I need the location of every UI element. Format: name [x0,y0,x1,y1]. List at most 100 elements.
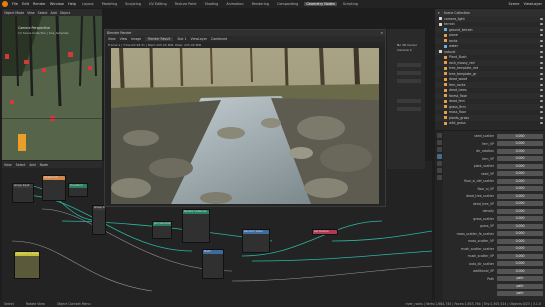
visibility-eye-icon[interactable] [540,50,543,53]
workspace-tab[interactable]: UV Editing [147,2,169,6]
property-value-field[interactable]: 0.000 [497,193,543,199]
property-value-field[interactable]: 0.000 [497,186,543,191]
visibility-eye-icon[interactable] [540,56,543,59]
workspace-tab[interactable]: Scripting [341,2,360,6]
visibility-eye-icon[interactable] [540,89,543,92]
scene-selector[interactable]: Scene [508,2,519,6]
node-transform[interactable]: Transform [68,183,88,197]
menu-help[interactable]: Help [68,2,76,6]
property-value-field[interactable]: 0.000 [497,133,543,139]
outliner-item[interactable]: wild_grass [435,121,545,127]
property-value-field[interactable]: 0.000 [497,163,543,169]
visibility-eye-icon[interactable] [540,116,543,119]
side-panel-field[interactable] [397,79,421,83]
menu-edit[interactable]: Edit [22,2,29,6]
view-layer-selector[interactable]: ViewLayer [523,2,545,6]
side-panel-item[interactable]: Camera Ir [387,47,425,52]
properties-tab-icon[interactable] [436,161,442,166]
image-menu-view[interactable]: View [108,37,116,41]
blender-logo-icon[interactable] [2,1,8,7]
property-value-field[interactable]: 0.000 [497,178,543,184]
node-set-position[interactable]: Set Position [312,229,338,235]
properties-tab-icon[interactable] [436,140,442,145]
property-value-field[interactable]: 0.000 [497,141,543,146]
visibility-eye-icon[interactable] [540,67,543,70]
property-value-field[interactable]: 0.000 [497,261,543,266]
node-math[interactable]: Math [202,249,224,279]
workspace-tab[interactable]: Rendering [250,2,271,6]
layer-dropdown[interactable]: ViewLayer [191,37,207,41]
side-panel-field[interactable] [397,63,421,67]
viewport-menu-object[interactable]: Object [60,11,70,15]
property-value-field[interactable]: 0.000 [497,238,543,244]
properties-tab-icon[interactable] [436,175,442,180]
pass-dropdown[interactable]: Combined [211,37,227,41]
side-panel-field[interactable] [397,71,421,75]
property-value-field[interactable]: 0.000 [497,208,543,214]
workspace-tab[interactable]: Texture Paint [173,2,199,6]
visibility-eye-icon[interactable] [540,45,543,48]
visibility-eye-icon[interactable] [540,23,543,26]
outliner[interactable]: ▾ Scene Collection camera_light terrain gr… [435,9,545,130]
node-group-input[interactable]: Group Input [12,183,34,203]
visibility-eye-icon[interactable] [540,39,543,42]
property-value-field[interactable]: 0.000 [497,156,543,161]
side-panel-item[interactable]: No 3D Cursor [387,29,425,47]
node-random-value[interactable]: Random Value [242,229,270,253]
render-window[interactable]: Blender Render ✕ View View Image Render … [104,29,386,207]
visibility-eye-icon[interactable] [540,28,543,31]
node-object-info[interactable]: Object Info [42,175,66,201]
property-value-field[interactable]: 0.000 [497,148,543,154]
visibility-eye-icon[interactable] [540,122,543,125]
workspace-tab[interactable]: Shading [203,2,221,6]
property-value-field[interactable]: 0.000 [497,201,543,206]
property-value-field[interactable]: path [497,291,543,296]
outliner-filter-icon[interactable]: ▾ [438,11,440,15]
menu-window[interactable]: Window [50,2,64,6]
visibility-eye-icon[interactable] [540,17,543,20]
menu-file[interactable]: File [12,2,18,6]
image-menu-image[interactable]: Image [131,37,141,41]
workspace-tab[interactable]: Compositing [275,2,300,6]
slot-dropdown[interactable]: Slot 1 [177,37,186,41]
property-value-field[interactable]: 0.000 [497,246,543,251]
properties-tab-icon[interactable] [436,154,442,159]
workspace-tab[interactable]: Layout [80,2,96,6]
image-menu-view-2[interactable]: View [120,37,128,41]
visibility-eye-icon[interactable] [540,78,543,81]
properties-tab-icon[interactable] [436,133,442,138]
3d-viewport[interactable]: Object Mode View Select Add Object Camer… [2,9,102,160]
visibility-eye-icon[interactable] [540,94,543,97]
side-panel-field[interactable] [397,99,421,103]
property-value-field[interactable]: 0.000 [497,216,543,221]
visibility-eye-icon[interactable] [540,100,543,103]
image-name-field[interactable]: Render Result [145,37,174,41]
node-group-output[interactable]: Group Output [92,205,106,235]
node-instance-on-points[interactable]: Instance on Points [14,251,40,279]
menu-render[interactable]: Render [33,2,46,6]
viewport-menu-add[interactable]: Add [51,11,57,15]
property-value-field[interactable]: path [497,276,543,281]
viewport-menu-select[interactable]: Select [38,11,48,15]
property-value-field[interactable]: path [497,283,543,289]
properties-panel[interactable]: seed_scatter 0.000 fern_VP 0.000 dir_rotatio… [435,131,545,300]
properties-tab-icon[interactable] [436,147,442,152]
property-value-field[interactable]: 0.000 [497,268,543,274]
properties-tab-icon[interactable] [436,168,442,173]
property-value-field[interactable]: 0.000 [497,223,543,229]
visibility-eye-icon[interactable] [540,61,543,64]
property-value-field[interactable]: 0.000 [497,253,543,259]
node-join-geometry[interactable]: Join Geometry [152,221,172,239]
window-close-icon[interactable]: ✕ [380,31,383,35]
workspace-tab[interactable]: Modeling [100,2,119,6]
visibility-eye-icon[interactable] [540,105,543,108]
object-mode-dropdown[interactable]: Object Mode [4,11,24,15]
visibility-eye-icon[interactable] [540,83,543,86]
visibility-eye-icon[interactable] [540,34,543,37]
node-realize-instances[interactable]: Realize Instances [182,209,210,243]
property-value-field[interactable]: 0.000 [497,171,543,176]
viewport-menu-view[interactable]: View [27,11,35,15]
workspace-tab[interactable]: Sculpting [123,2,143,6]
side-panel-field[interactable] [397,107,421,111]
workspace-tab[interactable]: Animation [224,2,245,6]
